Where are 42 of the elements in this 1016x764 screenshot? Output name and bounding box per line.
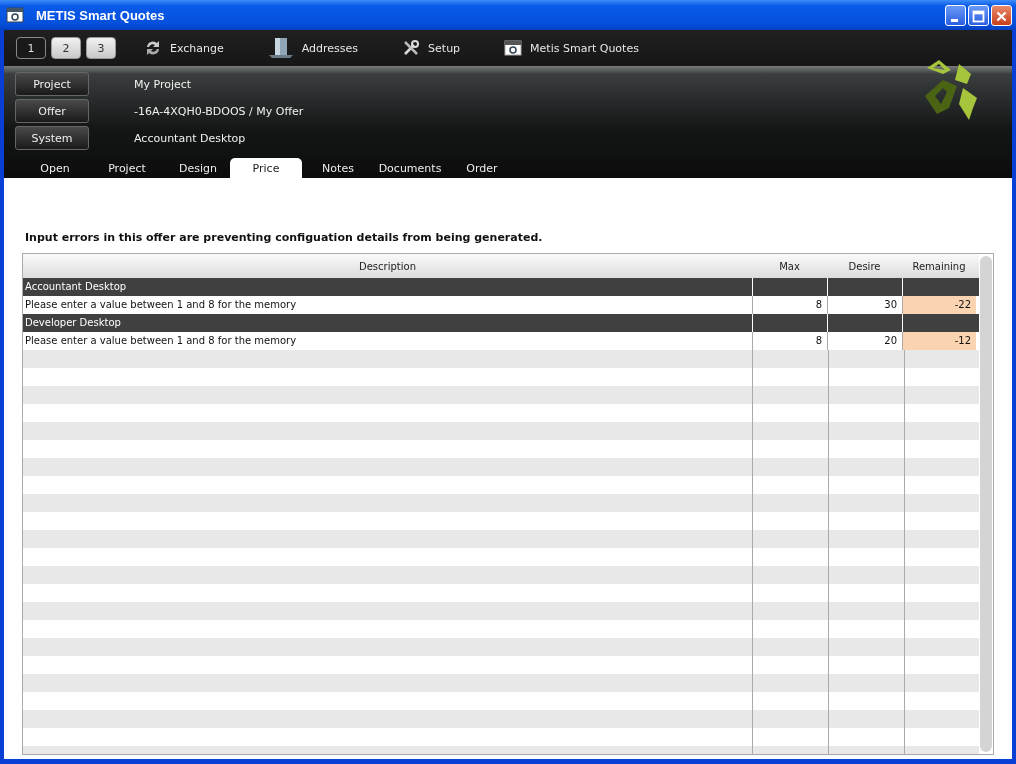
table-cell: -12 <box>902 332 976 350</box>
column-header: Remaining <box>911 259 967 274</box>
building-icon <box>267 37 294 59</box>
tab[interactable]: Open <box>22 158 88 178</box>
app-icon <box>6 7 24 23</box>
context-value: -16A-4XQH0-BDOOS / My Offer <box>134 104 304 118</box>
minimize-icon <box>951 18 958 22</box>
column-header: Desire <box>847 259 882 274</box>
tab[interactable]: Project <box>88 158 166 178</box>
app-window-icon <box>504 40 523 56</box>
page-button[interactable]: 2 <box>51 37 81 59</box>
nav-button[interactable]: Project <box>15 72 89 96</box>
column-header: Description <box>358 259 417 274</box>
error-message: Input errors in this offer are preventing configuation details from being generated. <box>25 231 544 246</box>
tools-icon <box>402 39 421 57</box>
page-button[interactable]: 1 <box>16 37 46 59</box>
toolbar-button[interactable]: Metis Smart Quotes <box>504 40 639 56</box>
tab[interactable]: Order <box>446 158 518 178</box>
circular-arrows-icon <box>144 39 162 57</box>
maximize-button[interactable] <box>968 4 989 26</box>
tab[interactable]: Documents <box>374 158 446 178</box>
toolbar-button[interactable]: Exchange <box>144 39 224 57</box>
group-label: Accountant Desktop <box>24 280 128 294</box>
window-title: METIS Smart Quotes <box>36 7 166 23</box>
page-button[interactable]: 3 <box>86 37 116 59</box>
table-cell-text: Please enter a value between 1 and 8 for the memory <box>24 298 298 312</box>
toolbar-button[interactable]: Setup <box>402 39 461 57</box>
nav-button[interactable]: System <box>15 126 89 150</box>
context-value: My Project <box>134 77 192 91</box>
toolbar-button[interactable]: Addresses <box>267 37 359 59</box>
column-header: Max <box>778 259 801 274</box>
table-cell: -22 <box>902 296 976 314</box>
minimize-button[interactable] <box>945 4 966 26</box>
tab[interactable]: Design <box>166 158 230 178</box>
table-cell-text: Please enter a value between 1 and 8 for the memory <box>24 334 298 348</box>
context-value: Accountant Desktop <box>134 131 246 145</box>
close-button[interactable] <box>991 4 1012 26</box>
scrollbar[interactable] <box>980 256 992 752</box>
tab[interactable]: Price <box>230 158 302 178</box>
group-label: Developer Desktop <box>24 316 122 330</box>
tab[interactable]: Notes <box>302 158 374 178</box>
nav-button[interactable]: Offer <box>15 99 89 123</box>
